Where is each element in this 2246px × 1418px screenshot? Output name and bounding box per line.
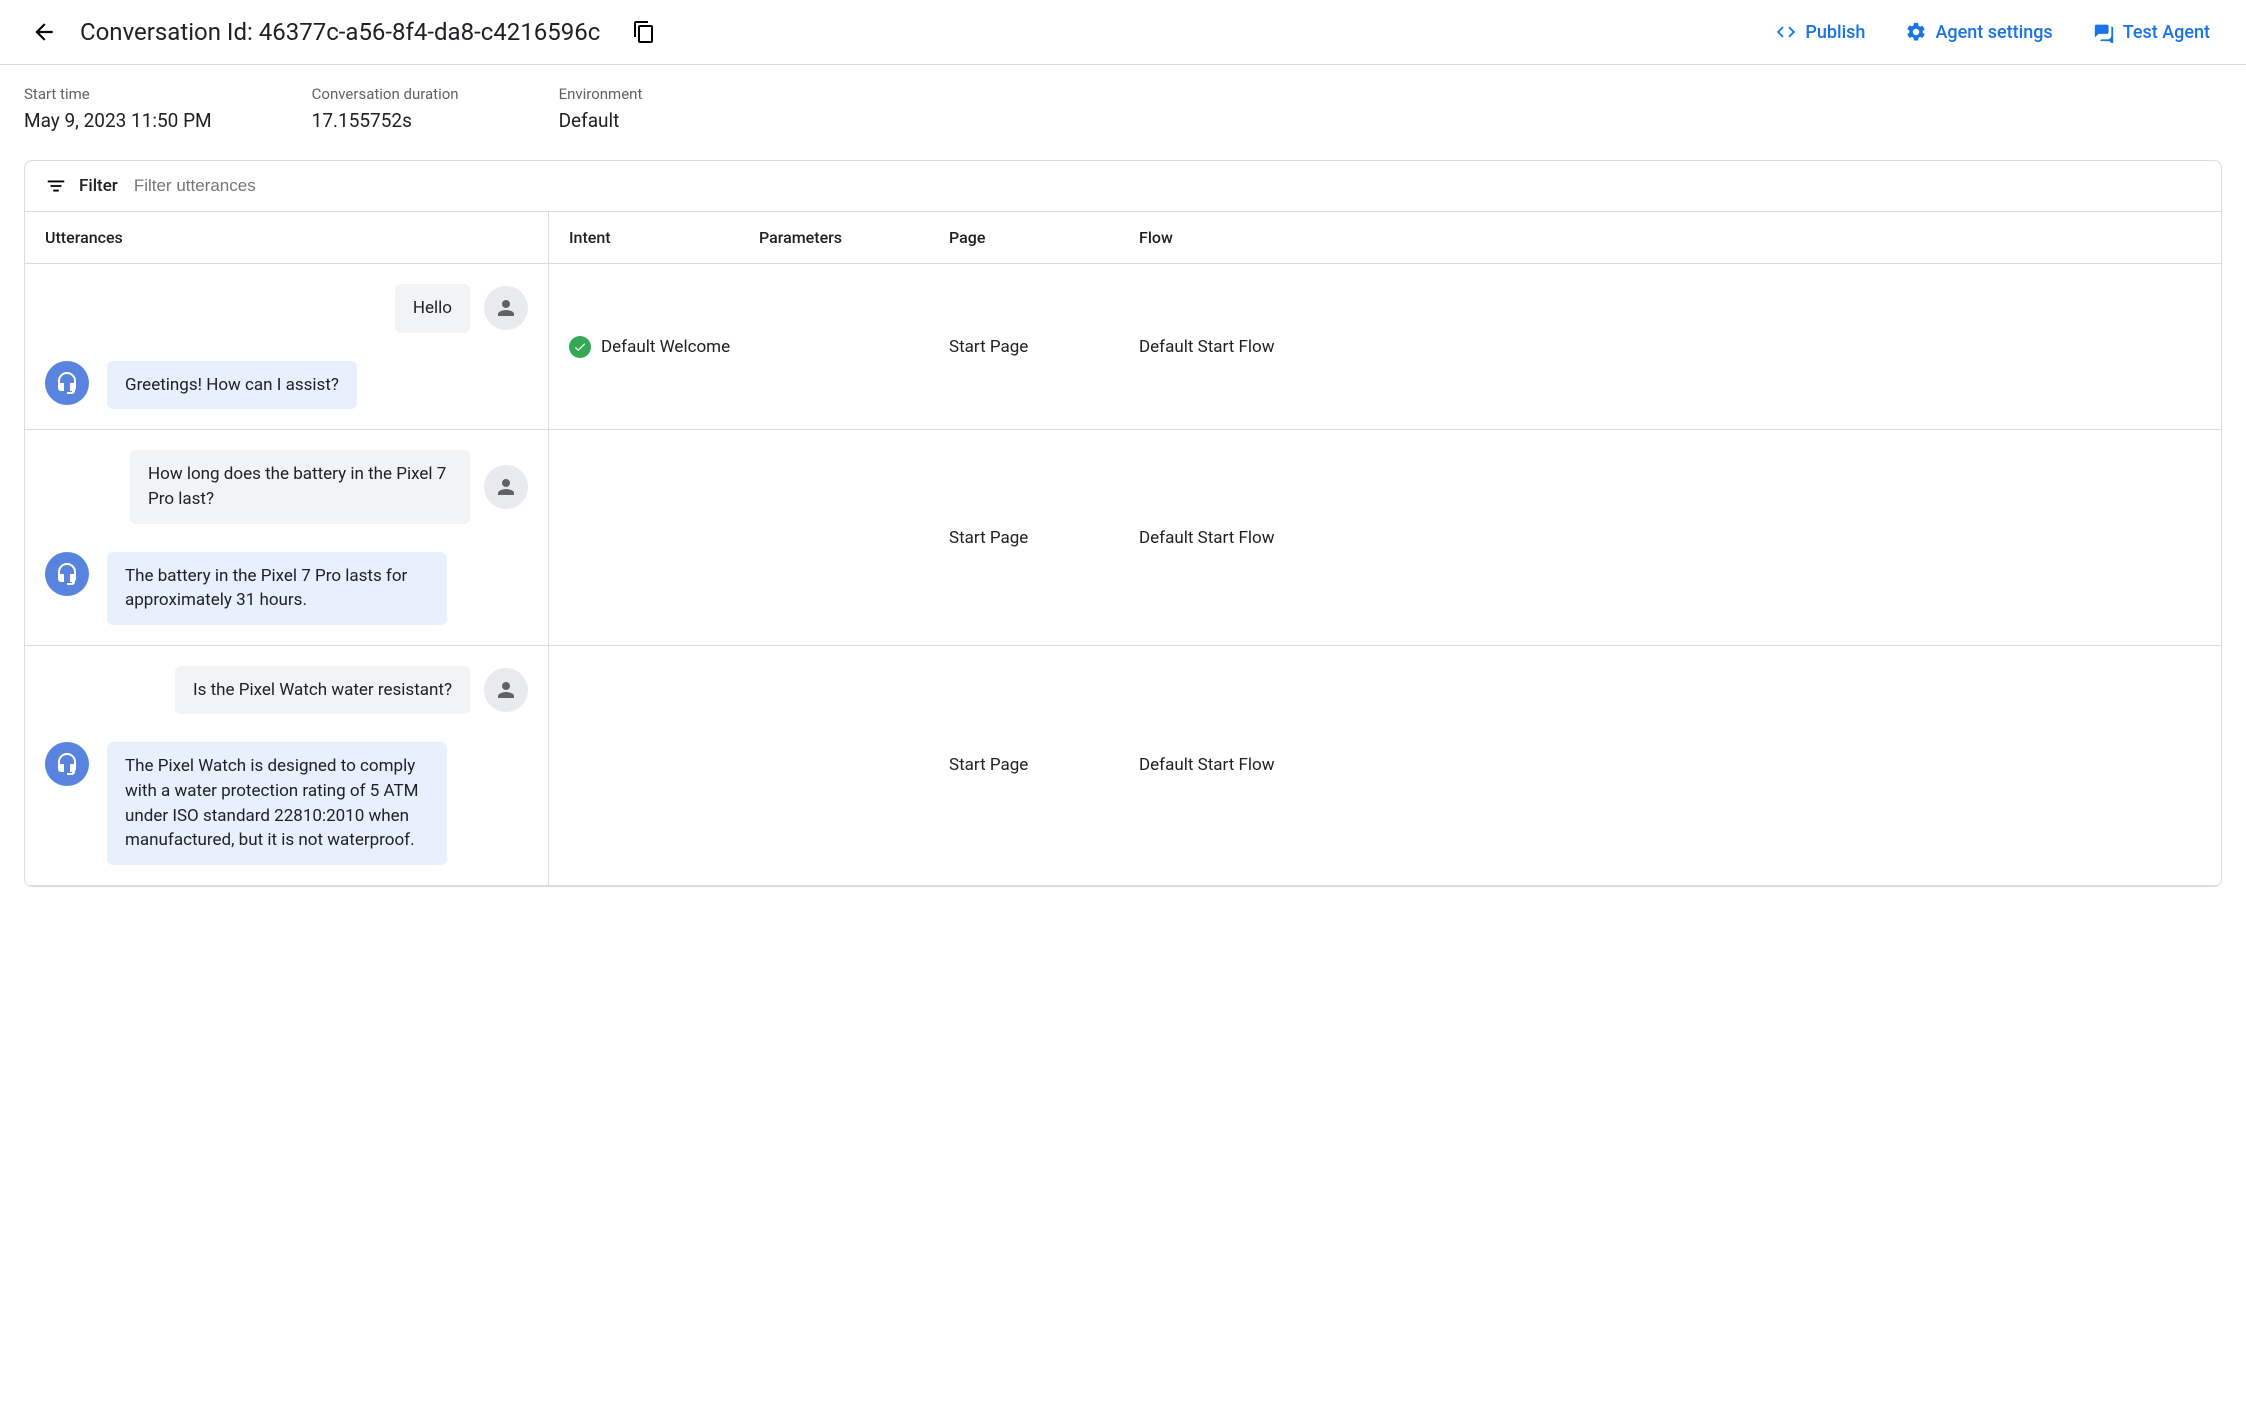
agent-avatar <box>45 361 89 405</box>
row-intent <box>549 749 739 781</box>
chat-icon <box>2093 21 2115 43</box>
conversation-row[interactable]: How long does the battery in the Pixel 7… <box>25 430 2221 646</box>
environment-value: Default <box>559 109 643 132</box>
publish-label: Publish <box>1805 22 1865 43</box>
row-parameters <box>739 522 929 554</box>
row-page: Start Page <box>929 739 1119 791</box>
start-time-label: Start time <box>24 85 212 103</box>
row-parameters <box>739 749 929 781</box>
agent-settings-button[interactable]: Agent settings <box>1893 13 2064 51</box>
arrow-back-icon <box>31 19 57 45</box>
user-avatar <box>484 668 528 712</box>
gear-icon <box>1905 21 1927 43</box>
agent-avatar <box>45 742 89 786</box>
column-header-flow: Flow <box>1119 212 2221 263</box>
agent-utterance: Greetings! How can I assist? <box>107 361 357 410</box>
column-header-page: Page <box>929 212 1119 263</box>
test-agent-label: Test Agent <box>2123 22 2210 43</box>
headset-icon <box>55 752 79 776</box>
page-title: Conversation Id: 46377c-a56-8f4-da8-c421… <box>80 18 600 46</box>
row-flow: Default Start Flow <box>1119 321 2221 373</box>
user-avatar <box>484 465 528 509</box>
duration-label: Conversation duration <box>312 85 459 103</box>
copy-id-button[interactable] <box>624 12 664 52</box>
person-icon <box>494 678 518 702</box>
row-page: Start Page <box>929 512 1119 564</box>
row-flow: Default Start Flow <box>1119 512 2221 564</box>
duration-value: 17.155752s <box>312 109 459 132</box>
agent-avatar <box>45 552 89 596</box>
row-page: Start Page <box>929 321 1119 373</box>
row-intent-text: Default Welcome <box>601 337 730 357</box>
row-intent <box>549 522 739 554</box>
agent-utterance: The Pixel Watch is designed to comply wi… <box>107 742 447 865</box>
conversation-row[interactable]: Hello Greetings! How can I assist? Default… <box>25 264 2221 430</box>
back-button[interactable] <box>24 12 64 52</box>
row-intent: Default Welcome <box>549 320 739 374</box>
filter-input[interactable] <box>134 176 2201 196</box>
user-utterance: Is the Pixel Watch water resistant? <box>175 666 470 715</box>
headset-icon <box>55 371 79 395</box>
person-icon <box>494 475 518 499</box>
conversation-row[interactable]: Is the Pixel Watch water resistant? The P… <box>25 646 2221 886</box>
column-header-utterances: Utterances <box>25 212 549 263</box>
filter-label-text: Filter <box>79 176 118 196</box>
headset-icon <box>55 562 79 586</box>
user-utterance: How long does the battery in the Pixel 7… <box>130 450 470 523</box>
column-header-parameters: Parameters <box>739 212 929 263</box>
publish-button[interactable]: Publish <box>1763 13 1877 51</box>
person-icon <box>494 296 518 320</box>
user-avatar <box>484 286 528 330</box>
row-parameters <box>739 331 929 363</box>
user-utterance: Hello <box>395 284 470 333</box>
copy-icon <box>632 20 656 44</box>
test-agent-button[interactable]: Test Agent <box>2081 13 2222 51</box>
environment-label: Environment <box>559 85 643 103</box>
code-icon <box>1775 21 1797 43</box>
row-flow: Default Start Flow <box>1119 739 2221 791</box>
agent-settings-label: Agent settings <box>1935 22 2052 43</box>
column-header-intent: Intent <box>549 212 739 263</box>
agent-utterance: The battery in the Pixel 7 Pro lasts for… <box>107 552 447 625</box>
start-time-value: May 9, 2023 11:50 PM <box>24 109 212 132</box>
intent-matched-icon <box>569 336 591 358</box>
filter-icon <box>45 175 67 197</box>
